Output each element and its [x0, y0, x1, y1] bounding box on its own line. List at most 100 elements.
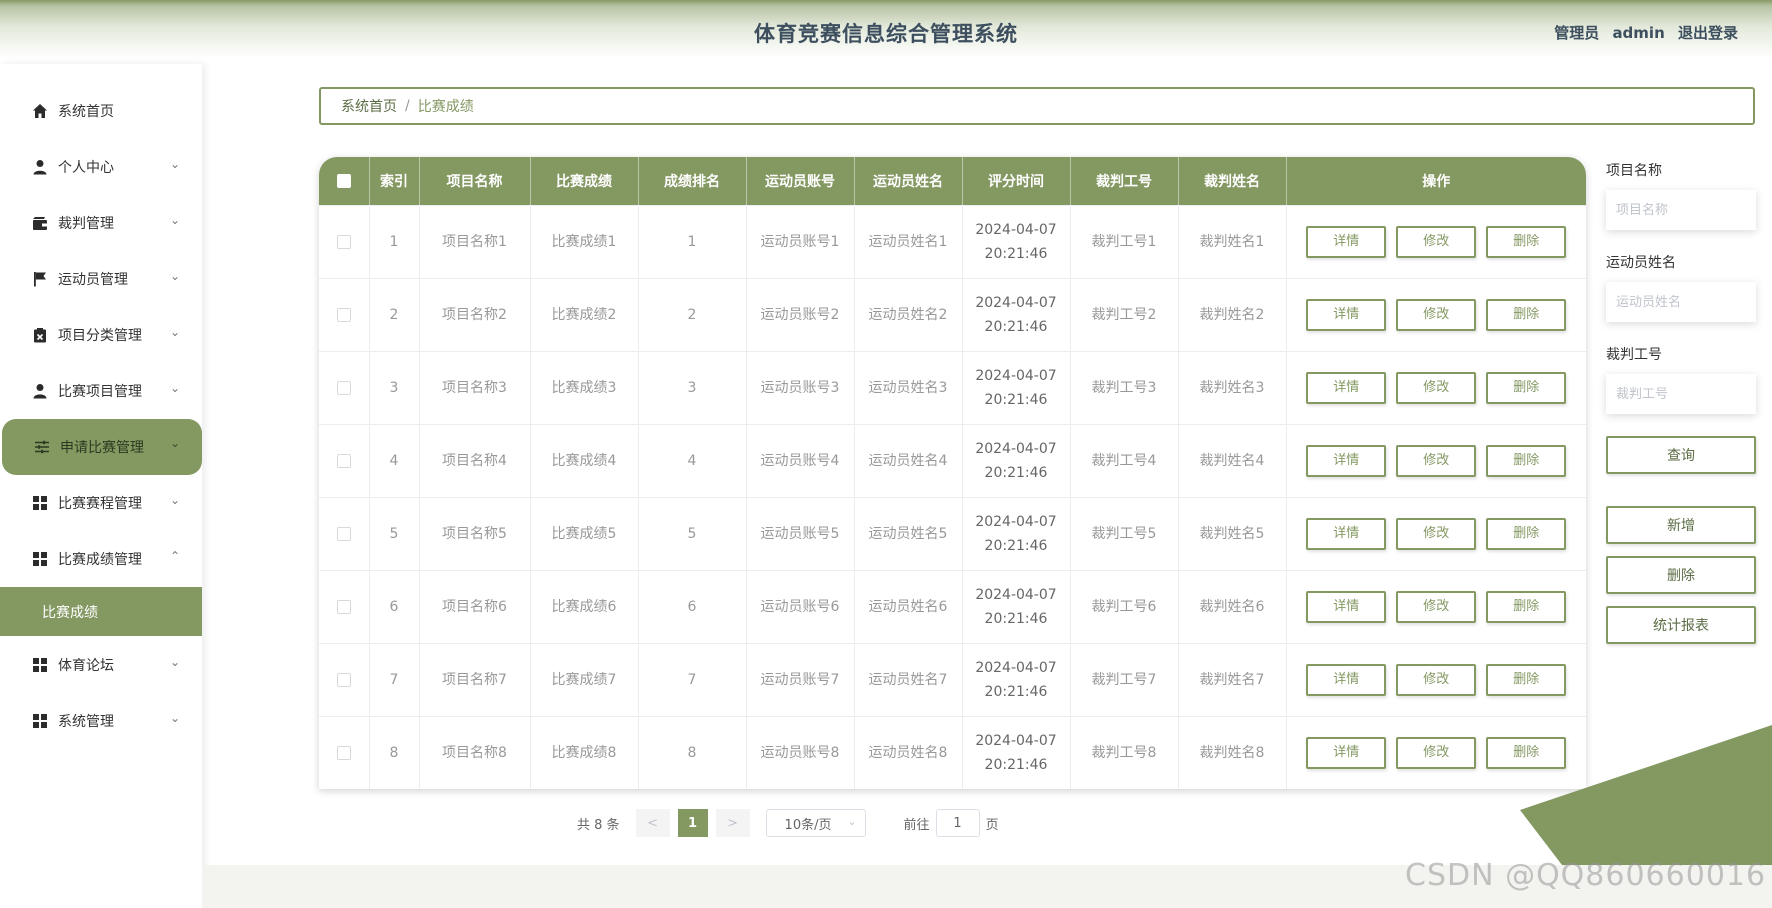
row-actions-cell: 详情 修改 删除: [1286, 278, 1586, 351]
edit-button[interactable]: 修改: [1396, 663, 1477, 696]
detail-button[interactable]: 详情: [1306, 298, 1387, 331]
sidebar-item-judge-management[interactable]: 裁判管理 ⌄: [0, 199, 202, 247]
cell-score: 比赛成绩6: [530, 570, 639, 643]
detail-button[interactable]: 详情: [1306, 736, 1387, 769]
sidebar-item-schedule-management[interactable]: 比赛赛程管理 ⌄: [0, 479, 202, 527]
statistics-report-button[interactable]: 统计报表: [1606, 606, 1756, 644]
detail-button[interactable]: 详情: [1306, 590, 1387, 623]
sidebar-item-label: 系统首页: [58, 104, 114, 120]
table-row: 2 项目名称2 比赛成绩2 2 运动员账号2 运动员姓名2 2024-04-07 20:21:…: [319, 278, 1586, 351]
pagination-prev-button[interactable]: <: [635, 809, 670, 837]
cell-athlete-account: 运动员账号3: [746, 351, 855, 424]
sidebar-item-system-management[interactable]: 系统管理 ⌄: [0, 697, 202, 745]
detail-button[interactable]: 详情: [1306, 517, 1387, 550]
row-checkbox[interactable]: [336, 307, 351, 322]
edit-button[interactable]: 修改: [1396, 225, 1477, 258]
batch-delete-button[interactable]: 删除: [1606, 556, 1756, 594]
cell-score: 比赛成绩8: [530, 716, 639, 789]
row-checkbox[interactable]: [336, 599, 351, 614]
cell-rank: 3: [638, 351, 747, 424]
sidebar-item-label: 项目分类管理: [58, 328, 142, 344]
edit-button[interactable]: 修改: [1396, 590, 1477, 623]
sidebar-item-label: 比赛项目管理: [58, 384, 142, 400]
sidebar-item-personal-center[interactable]: 个人中心 ⌄: [0, 143, 202, 191]
cell-score: 比赛成绩3: [530, 351, 639, 424]
delete-button[interactable]: 删除: [1486, 225, 1567, 258]
column-header: 成绩排名: [638, 157, 747, 205]
row-checkbox[interactable]: [336, 526, 351, 541]
delete-button[interactable]: 删除: [1486, 663, 1567, 696]
select-all-checkbox[interactable]: [336, 173, 351, 188]
results-table-container: 索引 项目名称 比赛成绩 成绩排名 运动员账号 运动员姓名 评分时间 裁判工号 …: [319, 157, 1586, 789]
breadcrumb-home-link[interactable]: 系统首页: [341, 96, 397, 116]
cell-athlete-name: 运动员姓名1: [854, 205, 963, 278]
cell-index: 4: [369, 424, 420, 497]
table-row: 5 项目名称5 比赛成绩5 5 运动员账号5 运动员姓名5 2024-04-07 20:21:…: [319, 497, 1586, 570]
pagination-next-button[interactable]: >: [715, 809, 750, 837]
cell-athlete-account: 运动员账号1: [746, 205, 855, 278]
row-checkbox[interactable]: [336, 745, 351, 760]
sidebar-item-event-management[interactable]: 比赛项目管理 ⌄: [0, 367, 202, 415]
row-checkbox[interactable]: [336, 453, 351, 468]
row-checkbox[interactable]: [336, 672, 351, 687]
detail-button[interactable]: 详情: [1306, 371, 1387, 404]
score-date: 2024-04-07: [975, 294, 1057, 311]
delete-button[interactable]: 删除: [1486, 517, 1567, 550]
cell-time: 2024-04-07 20:21:46: [962, 643, 1071, 716]
table-row: 6 项目名称6 比赛成绩6 6 运动员账号6 运动员姓名6 2024-04-07 20:21:…: [319, 570, 1586, 643]
detail-button[interactable]: 详情: [1306, 663, 1387, 696]
sidebar-item-label: 申请比赛管理: [60, 440, 144, 456]
edit-button[interactable]: 修改: [1396, 298, 1477, 331]
pagination-goto-input[interactable]: [935, 809, 980, 837]
project-name-input[interactable]: [1606, 190, 1756, 230]
add-button[interactable]: 新增: [1606, 506, 1756, 544]
page-size-value: 10条/页: [784, 817, 832, 833]
score-time: 20:21:46: [984, 245, 1048, 262]
sidebar-subitem-results[interactable]: 比赛成绩: [0, 587, 202, 636]
logout-link[interactable]: 退出登录: [1678, 24, 1738, 42]
edit-button[interactable]: 修改: [1396, 371, 1477, 404]
sidebar-item-application-management[interactable]: 申请比赛管理 ⌄: [2, 419, 202, 475]
athlete-name-input[interactable]: [1606, 282, 1756, 322]
pagination: 共 8 条 < 1 > 10条/页 ⌄ 前往 页: [577, 809, 999, 837]
delete-button[interactable]: 删除: [1486, 371, 1567, 404]
chevron-down-icon: ⌄: [169, 269, 180, 283]
pagination-page-button[interactable]: 1: [677, 809, 708, 837]
project-name-label: 项目名称: [1606, 163, 1662, 179]
detail-button[interactable]: 详情: [1306, 225, 1387, 258]
edit-button[interactable]: 修改: [1396, 517, 1477, 550]
cell-index: 2: [369, 278, 420, 351]
judge-number-input[interactable]: [1606, 374, 1756, 414]
score-time: 20:21:46: [984, 756, 1048, 773]
sidebar-item-results-management[interactable]: 比赛成绩管理 ⌃: [0, 535, 202, 583]
score-time: 20:21:46: [984, 610, 1048, 627]
detail-button[interactable]: 详情: [1306, 444, 1387, 477]
delete-button[interactable]: 删除: [1486, 444, 1567, 477]
sidebar-item-label: 体育论坛: [58, 658, 114, 674]
judge-number-label: 裁判工号: [1606, 347, 1662, 363]
row-checkbox[interactable]: [336, 380, 351, 395]
cell-time: 2024-04-07 20:21:46: [962, 351, 1071, 424]
sidebar-item-athlete-management[interactable]: 运动员管理 ⌄: [0, 255, 202, 303]
cell-judge-no: 裁判工号6: [1070, 570, 1179, 643]
cell-judge-name: 裁判姓名8: [1178, 716, 1287, 789]
person-icon: [33, 384, 47, 399]
sidebar-item-home[interactable]: 系统首页: [0, 87, 202, 135]
sidebar-item-category-management[interactable]: 项目分类管理 ⌄: [0, 311, 202, 359]
page-size-select[interactable]: 10条/页 ⌄: [765, 809, 866, 837]
sidebar-item-forum[interactable]: 体育论坛 ⌄: [0, 641, 202, 689]
cell-index: 6: [369, 570, 420, 643]
score-date: 2024-04-07: [975, 513, 1057, 530]
edit-button[interactable]: 修改: [1396, 444, 1477, 477]
delete-button[interactable]: 删除: [1486, 590, 1567, 623]
edit-button[interactable]: 修改: [1396, 736, 1477, 769]
select-all-cell: [319, 157, 370, 205]
delete-button[interactable]: 删除: [1486, 298, 1567, 331]
query-button[interactable]: 查询: [1606, 436, 1756, 474]
grid-icon: [33, 714, 47, 728]
cell-judge-name: 裁判姓名6: [1178, 570, 1287, 643]
row-actions-cell: 详情 修改 删除: [1286, 497, 1586, 570]
row-checkbox[interactable]: [336, 234, 351, 249]
score-time: 20:21:46: [984, 391, 1048, 408]
cell-project: 项目名称8: [419, 716, 531, 789]
